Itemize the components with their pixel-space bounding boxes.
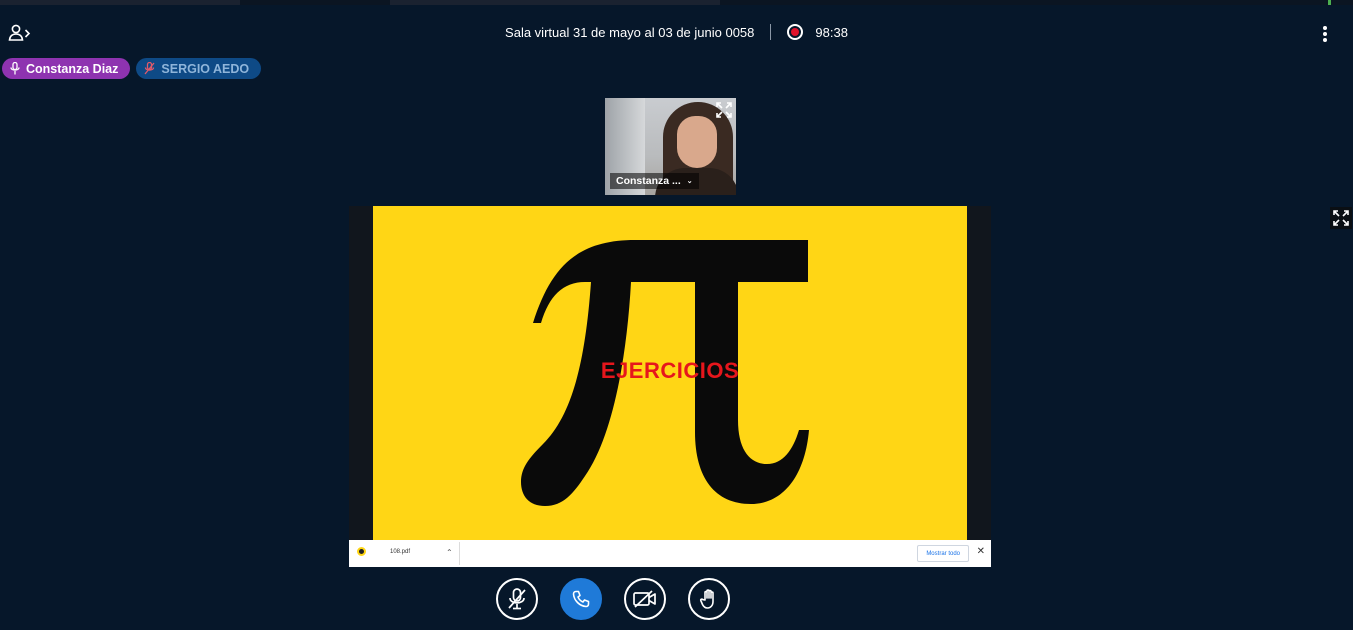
download-item[interactable]: 108.pdf	[357, 547, 410, 556]
microphone-muted-icon	[507, 588, 526, 610]
share-webcam-button[interactable]	[623, 578, 666, 620]
talker-name: SERGIO AEDO	[161, 61, 250, 76]
webcam-fullscreen-button[interactable]	[715, 101, 733, 119]
more-icon-dot	[1323, 38, 1327, 42]
record-icon	[791, 28, 800, 36]
talker-name: Constanza Diaz	[26, 61, 119, 76]
hand-icon	[699, 589, 714, 609]
status-indicator	[1328, 0, 1331, 5]
window-top-strip	[0, 0, 1353, 5]
camera-off-icon	[632, 590, 656, 608]
microphone-icon	[10, 62, 20, 75]
tab-strip-segment	[0, 0, 240, 5]
show-all-downloads-button[interactable]: Mostrar todo	[917, 545, 969, 562]
talking-indicator: Constanza Diaz SERGIO AEDO	[2, 58, 262, 79]
more-icon	[1323, 26, 1327, 30]
divider	[459, 542, 460, 565]
download-file-name: 108.pdf	[390, 548, 411, 555]
mute-microphone-button[interactable]	[495, 578, 538, 620]
more-icon-dot	[1323, 32, 1327, 36]
webcam-user-label[interactable]: Constanza ... ⌄	[610, 173, 699, 189]
close-download-bar-button[interactable]: ✕	[977, 546, 985, 557]
webcam-user-name: Constanza ...	[616, 175, 681, 187]
microphone-muted-icon	[144, 62, 155, 75]
browser-download-bar: 108.pdf ⌃ Mostrar todo ✕	[349, 540, 991, 567]
chevron-up-icon[interactable]: ⌃	[446, 548, 453, 557]
presentation-slide: EJERCICIOS	[373, 206, 967, 540]
recording-indicator-button[interactable]	[787, 24, 804, 40]
recording-time: 98:38	[815, 24, 848, 40]
presentation-area[interactable]: EJERCICIOS 108.pdf ⌃ Mostrar todo ✕	[349, 206, 991, 567]
slide-title: EJERCICIOS	[600, 358, 740, 383]
top-bar: Sala virtual 31 de mayo al 03 de junio 0…	[0, 14, 1353, 52]
video-person-face	[677, 116, 717, 168]
pdf-file-icon	[357, 547, 366, 556]
presentation-fullscreen-button[interactable]	[1330, 207, 1352, 229]
talker-pill-constanza[interactable]: Constanza Diaz	[2, 58, 131, 79]
leave-audio-button[interactable]	[559, 578, 602, 620]
phone-icon	[572, 590, 589, 608]
meeting-title: Sala virtual 31 de mayo al 03 de junio 0…	[505, 24, 755, 40]
divider	[770, 24, 772, 40]
action-bar	[0, 578, 1353, 620]
fullscreen-icon	[1333, 210, 1349, 226]
talker-pill-sergio[interactable]: SERGIO AEDO	[136, 58, 262, 79]
fullscreen-icon	[716, 102, 732, 118]
webcam-video[interactable]: Constanza ... ⌄	[605, 98, 736, 195]
tab-strip-segment	[390, 0, 720, 5]
chevron-down-icon: ⌄	[686, 178, 693, 185]
raise-hand-button[interactable]	[687, 578, 730, 620]
options-menu-button[interactable]	[1315, 23, 1335, 45]
